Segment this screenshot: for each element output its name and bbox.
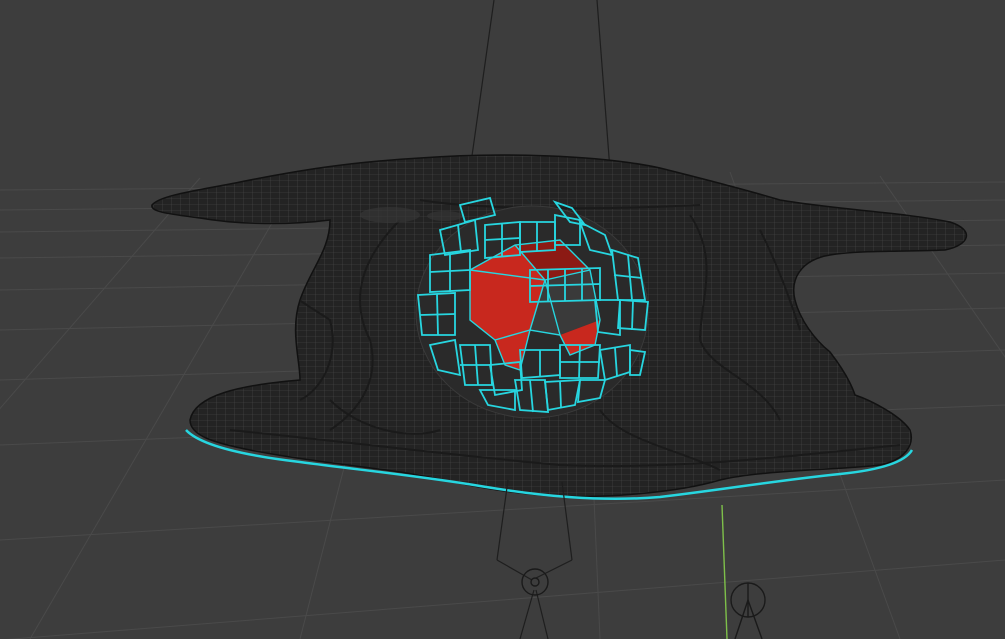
y-axis-line — [721, 504, 728, 639]
3d-viewport[interactable] — [0, 0, 1005, 639]
empty-object-icon[interactable] — [730, 582, 766, 639]
viewport-canvas[interactable] — [0, 0, 1005, 639]
rig-lines-bottom — [496, 479, 573, 639]
armature-bone-icon[interactable] — [521, 568, 549, 596]
rig-lines-top — [469, 0, 611, 171]
